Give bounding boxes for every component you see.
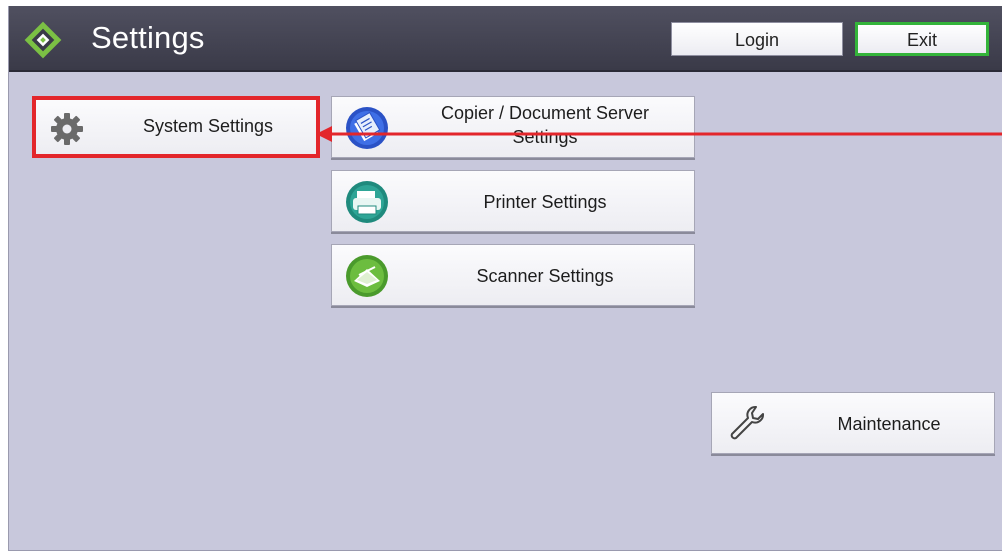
printer-icon	[346, 181, 388, 223]
printer-settings-label: Printer Settings	[483, 192, 607, 212]
system-settings-label: System Settings	[142, 116, 274, 136]
login-button[interactable]: Login	[671, 22, 843, 56]
settings-logo-icon	[24, 21, 62, 59]
maintenance-label: Maintenance	[837, 414, 941, 434]
settings-screen: Settings Login Exit System Settings Copi…	[8, 6, 1002, 551]
wrench-icon	[730, 406, 764, 440]
gear-icon	[51, 113, 83, 145]
scanner-icon	[346, 255, 388, 297]
system-settings-button[interactable]: System Settings	[32, 96, 320, 158]
scanner-settings-label: Scanner Settings	[476, 266, 614, 286]
header-bar: Settings Login Exit	[9, 6, 1002, 72]
copier-icon	[346, 107, 388, 149]
printer-settings-button[interactable]: Printer Settings	[331, 170, 695, 232]
page-title: Settings	[91, 20, 205, 55]
exit-button[interactable]: Exit	[855, 22, 989, 56]
copier-document-server-settings-button[interactable]: Copier / Document Server Settings	[331, 96, 695, 158]
copier-settings-label: Copier / Document Server Settings	[440, 103, 650, 147]
scanner-settings-button[interactable]: Scanner Settings	[331, 244, 695, 306]
maintenance-button[interactable]: Maintenance	[711, 392, 995, 454]
